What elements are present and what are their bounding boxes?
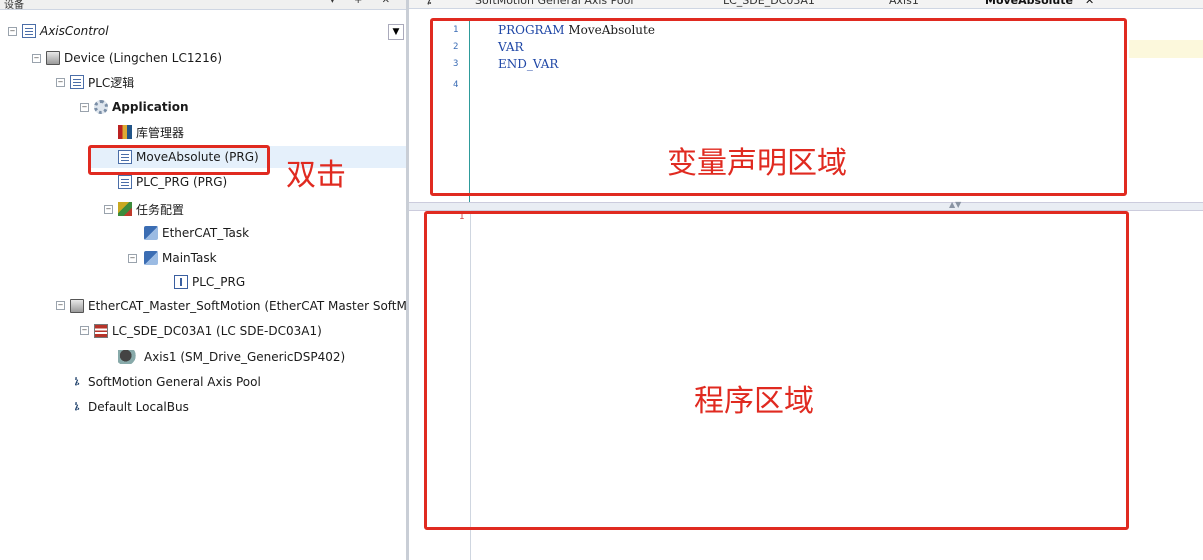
task-icon <box>144 251 158 265</box>
editor-tab-bar: ኔ SoftMotion General Axis Pool LC_SDE_DC… <box>409 0 1203 9</box>
plc-logic-icon <box>70 75 84 89</box>
tree-item-plc-logic[interactable]: PLC逻辑 <box>70 71 134 93</box>
collapse-toggle[interactable]: − <box>8 27 17 36</box>
gear-icon <box>94 100 108 114</box>
panel-controls[interactable]: ▾ + ✕ <box>330 0 398 6</box>
collapse-toggle[interactable]: − <box>32 54 41 63</box>
tree-item-maintask[interactable]: MainTask <box>144 247 217 269</box>
tree-item-slave[interactable]: LC_SDE_DC03A1 (LC SDE-DC03A1) <box>94 320 322 342</box>
tree-item-library-manager[interactable]: 库管理器 <box>118 121 184 143</box>
tree-item-ethercat-task[interactable]: EtherCAT_Task <box>144 222 249 244</box>
tree-item-maintask-plc-prg[interactable]: PLC_PRG <box>174 271 245 293</box>
collapse-toggle[interactable]: − <box>56 301 65 310</box>
tree-item-task-config[interactable]: 任务配置 <box>118 198 184 220</box>
collapse-toggle[interactable]: − <box>128 254 137 263</box>
tab-close-icon[interactable]: ✕ <box>1085 0 1094 8</box>
collapse-toggle[interactable]: − <box>104 205 113 214</box>
annotation-box-program <box>424 211 1129 530</box>
panel-header: 设备 ▾ + ✕ <box>0 0 406 11</box>
tab-moveabsolute[interactable]: MoveAbsolute <box>985 0 1073 8</box>
program-icon <box>118 175 132 189</box>
tab-pool-icon: ኔ <box>427 0 432 7</box>
task-icon <box>144 226 158 240</box>
device-tree-panel: 设备 ▾ + ✕ ▼ − − − − − − − − AxisControl D… <box>0 0 407 560</box>
tree-item-axis1[interactable]: Axis1 (SM_Drive_GenericDSP402) <box>118 346 345 368</box>
tree-item-axiscontrol[interactable]: AxisControl <box>22 20 109 42</box>
project-icon <box>22 24 36 38</box>
current-line-highlight <box>1129 40 1203 58</box>
collapse-toggle[interactable]: − <box>56 78 65 87</box>
splitter-arrows-icon[interactable]: ▲▼ <box>949 200 961 209</box>
editor-panel: ኔ SoftMotion General Axis Pool LC_SDE_DC… <box>409 0 1203 560</box>
tree-item-ethercat-master[interactable]: EtherCAT_Master_SoftMotion (EtherCAT Mas… <box>70 295 407 317</box>
task-config-icon <box>118 202 132 216</box>
tree-dropdown-button[interactable]: ▼ <box>388 24 404 40</box>
axis-icon <box>118 350 140 364</box>
pool-icon: ኔ <box>74 374 80 389</box>
localbus-icon: ኔ <box>74 399 80 414</box>
annotation-box-double-click <box>88 145 270 175</box>
annotation-declaration-area: 变量声明区域 <box>667 146 847 181</box>
collapse-toggle[interactable]: − <box>80 103 89 112</box>
tab-axis1[interactable]: Axis1 <box>889 0 919 8</box>
annotation-double-click: 双击 <box>286 158 346 193</box>
annotation-program-area: 程序区域 <box>694 384 814 419</box>
tree-item-device[interactable]: Device (Lingchen LC1216) <box>46 47 222 69</box>
tab-axis-pool[interactable]: SoftMotion General Axis Pool <box>475 0 633 8</box>
device-icon <box>46 51 60 65</box>
program-call-icon <box>174 275 188 289</box>
tree-item-localbus[interactable]: ኔ Default LocalBus <box>70 396 188 418</box>
collapse-toggle[interactable]: − <box>80 326 89 335</box>
tree-item-axis-pool[interactable]: ኔ SoftMotion General Axis Pool <box>70 371 260 393</box>
panel-title: 设备 <box>4 0 24 11</box>
device-icon <box>70 299 84 313</box>
library-icon <box>118 125 132 139</box>
slave-icon <box>94 324 108 338</box>
tab-slave[interactable]: LC_SDE_DC03A1 <box>723 0 815 8</box>
tree-item-application[interactable]: Application <box>94 96 189 118</box>
